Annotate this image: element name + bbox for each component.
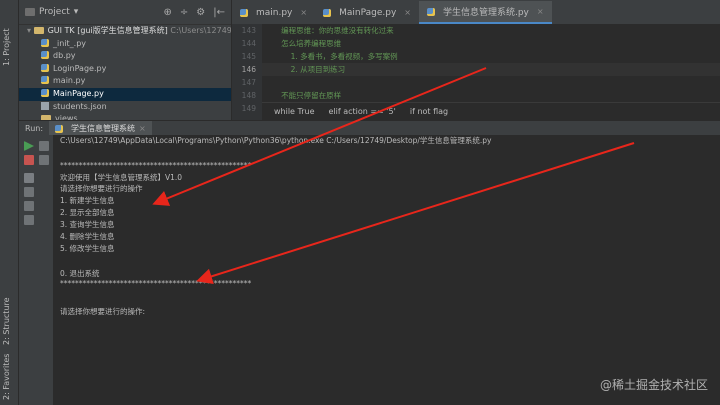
annotation-arrow-lower — [196, 142, 635, 285]
annotation-overlay — [152, 67, 635, 285]
annotation-arrow-upper — [152, 67, 487, 206]
